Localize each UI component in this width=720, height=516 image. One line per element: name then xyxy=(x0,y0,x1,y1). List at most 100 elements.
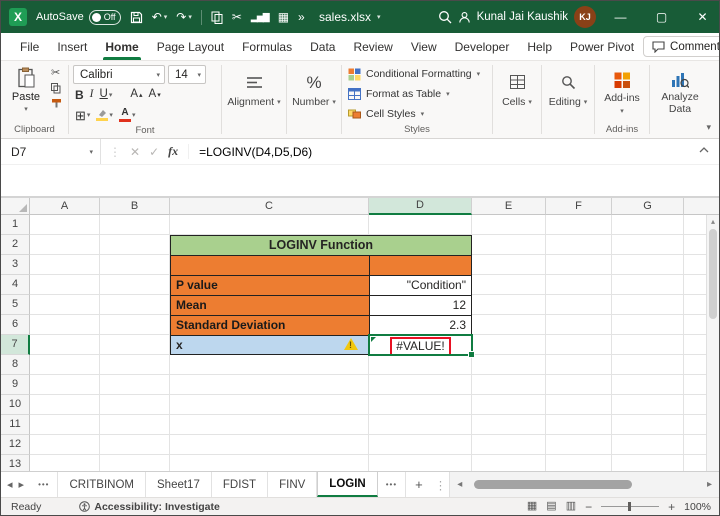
page-break-view-icon[interactable]: ▥ xyxy=(566,501,576,512)
cut-small-icon[interactable]: ✂ xyxy=(51,68,62,79)
format-painter-icon[interactable] xyxy=(51,98,62,108)
enter-icon[interactable]: ✓ xyxy=(149,145,159,159)
row-header-2[interactable]: 2 xyxy=(1,235,30,255)
cell-E8[interactable] xyxy=(472,355,546,375)
collapse-formula-bar-icon[interactable] xyxy=(699,147,709,153)
cell-B5[interactable] xyxy=(100,295,170,315)
menu-tab-insert[interactable]: Insert xyxy=(48,33,96,60)
cell-G8[interactable] xyxy=(612,355,684,375)
more-commands-icon[interactable]: » xyxy=(298,11,305,23)
row-header-9[interactable]: 9 xyxy=(1,375,30,395)
analyze-data-button[interactable]: Analyze Data xyxy=(654,65,706,137)
account-info[interactable]: Kunal Jai Kaushik KJ xyxy=(458,6,596,28)
column-header-C[interactable]: C xyxy=(170,198,369,215)
menu-tab-help[interactable]: Help xyxy=(518,33,561,60)
collapse-ribbon-icon[interactable]: ▾ xyxy=(706,122,711,133)
cell-B10[interactable] xyxy=(100,395,170,415)
zoom-out-icon[interactable]: − xyxy=(585,501,592,513)
font-name-select[interactable]: Calibri ▾ xyxy=(73,65,165,84)
menu-tab-power-pivot[interactable]: Power Pivot xyxy=(561,33,643,60)
cell-C4[interactable]: P value xyxy=(170,275,369,295)
cell-G5[interactable] xyxy=(612,295,684,315)
vertical-scroll-thumb[interactable] xyxy=(709,229,717,319)
cell-E4[interactable] xyxy=(472,275,546,295)
scroll-up-icon[interactable]: ▴ xyxy=(707,217,719,226)
cell-D4[interactable]: "Condition" xyxy=(369,275,472,295)
cell-B8[interactable] xyxy=(100,355,170,375)
cell-E12[interactable] xyxy=(472,435,546,455)
cell-styles-button[interactable]: Cell Styles ▾ xyxy=(348,106,486,122)
sheet-tab-critbinom[interactable]: CRITBINOM xyxy=(58,472,146,497)
redo-icon[interactable]: ↷ ▾ xyxy=(176,11,192,23)
borders-icon[interactable]: ⊞ ▾ xyxy=(75,109,90,122)
cell-A8[interactable] xyxy=(30,355,100,375)
cancel-icon[interactable]: ✕ xyxy=(130,145,140,159)
cell-A1[interactable] xyxy=(30,215,100,235)
cell-B6[interactable] xyxy=(100,315,170,335)
cell-A5[interactable] xyxy=(30,295,100,315)
horizontal-scrollbar[interactable]: ◂ ▸ xyxy=(449,472,719,497)
cell-G11[interactable] xyxy=(612,415,684,435)
cell-A4[interactable] xyxy=(30,275,100,295)
autosave-toggle[interactable]: AutoSave Off xyxy=(36,9,121,25)
chart-icon[interactable]: ▂▅▇ xyxy=(251,12,270,22)
sheet-overflow-left[interactable]: ••• xyxy=(30,472,59,497)
cell-F2[interactable] xyxy=(546,235,612,255)
cell-D8[interactable] xyxy=(369,355,472,375)
cell-B9[interactable] xyxy=(100,375,170,395)
normal-view-icon[interactable]: ▦ xyxy=(527,501,537,512)
scroll-right-icon[interactable]: ▸ xyxy=(703,479,716,490)
cell-E7[interactable] xyxy=(472,335,546,355)
row-header-10[interactable]: 10 xyxy=(1,395,30,415)
add-sheet-button[interactable]: + xyxy=(406,472,432,497)
cell-C9[interactable] xyxy=(170,375,369,395)
cell-G12[interactable] xyxy=(612,435,684,455)
cell-B12[interactable] xyxy=(100,435,170,455)
cell-C10[interactable] xyxy=(170,395,369,415)
column-header-G[interactable]: G xyxy=(612,198,684,215)
accessibility-status[interactable]: Accessibility: Investigate xyxy=(53,501,220,513)
vertical-scrollbar[interactable]: ▴ xyxy=(706,215,719,471)
cell-D1[interactable] xyxy=(369,215,472,235)
avatar[interactable]: KJ xyxy=(574,6,596,28)
cell-D5[interactable]: 12 xyxy=(369,295,472,315)
row-header-3[interactable]: 3 xyxy=(1,255,30,275)
comments-button[interactable]: Comments xyxy=(643,36,719,57)
name-box[interactable]: D7 ▾ xyxy=(1,139,101,164)
table-icon[interactable]: ▦ xyxy=(278,11,289,23)
cell-D6[interactable]: 2.3 xyxy=(369,315,472,335)
cell-G4[interactable] xyxy=(612,275,684,295)
row-header-7[interactable]: 7 xyxy=(1,335,30,355)
close-button[interactable]: ✕ xyxy=(686,1,719,33)
cell-E13[interactable] xyxy=(472,455,546,471)
cell-C2-title[interactable]: LOGINV Function xyxy=(170,235,472,255)
formula-input[interactable]: =LOGINV(D4,D5,D6) xyxy=(189,145,312,159)
decrease-font-icon[interactable]: A ▾ xyxy=(149,89,161,101)
minimize-button[interactable]: — xyxy=(604,1,637,33)
cell-G3[interactable] xyxy=(612,255,684,275)
underline-button[interactable]: U ▾ xyxy=(100,89,113,101)
zoom-slider[interactable] xyxy=(601,502,660,511)
italic-button[interactable]: I xyxy=(90,89,94,101)
addins-button[interactable]: Add-ins ▾ xyxy=(599,65,645,123)
column-header-B[interactable]: B xyxy=(100,198,170,215)
cell-B13[interactable] xyxy=(100,455,170,471)
column-header-D[interactable]: D xyxy=(369,198,472,215)
cell-B3[interactable] xyxy=(100,255,170,275)
cell-B1[interactable] xyxy=(100,215,170,235)
cells-group[interactable]: Cells ▾ xyxy=(493,61,541,138)
excel-app-icon[interactable]: X xyxy=(9,8,27,26)
alignment-group[interactable]: Alignment ▾ xyxy=(222,61,286,138)
cell-D12[interactable] xyxy=(369,435,472,455)
save-icon[interactable] xyxy=(130,11,143,24)
error-options-warning-icon[interactable]: ! xyxy=(343,336,359,352)
cell-D3[interactable] xyxy=(369,255,472,275)
cell-A7[interactable] xyxy=(30,335,100,355)
row-header-5[interactable]: 5 xyxy=(1,295,30,315)
bold-button[interactable]: B xyxy=(75,89,84,101)
cell-E9[interactable] xyxy=(472,375,546,395)
cell-F1[interactable] xyxy=(546,215,612,235)
cell-C13[interactable] xyxy=(170,455,369,471)
cell-D11[interactable] xyxy=(369,415,472,435)
cut-icon[interactable]: ✂ xyxy=(232,11,242,23)
